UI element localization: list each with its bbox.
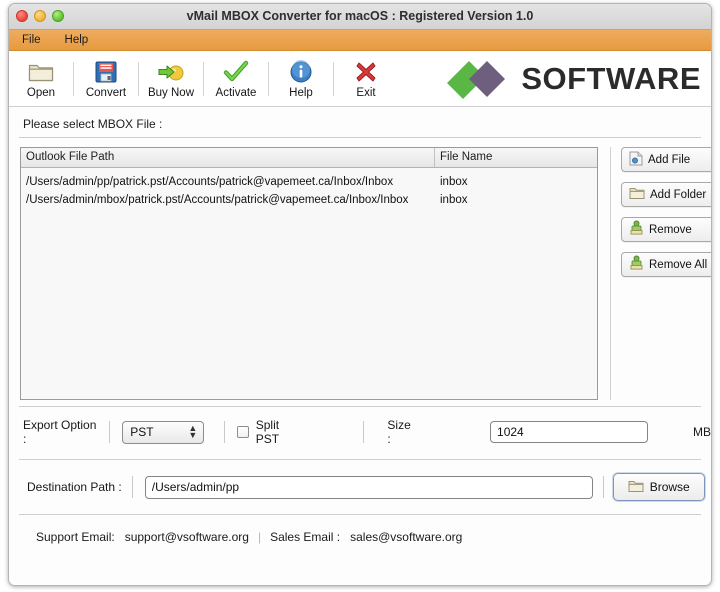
row-divider xyxy=(109,421,110,443)
footer-separator: | xyxy=(258,530,261,544)
main-content: Please select MBOX File : Outlook File P… xyxy=(9,107,711,586)
application-window: vMail MBOX Converter for macOS : Registe… xyxy=(8,3,712,586)
floppy-disk-icon xyxy=(94,59,118,85)
toolbar-button-exit[interactable]: Exit xyxy=(334,53,398,105)
row-divider xyxy=(603,476,604,498)
brush-icon xyxy=(629,220,644,239)
instruction-label: Please select MBOX File : xyxy=(23,117,162,131)
cell-file-path: /Users/admin/pp/patrick.pst/Accounts/pat… xyxy=(21,176,435,188)
table-row[interactable]: /Users/admin/pp/patrick.pst/Accounts/pat… xyxy=(21,173,597,191)
toolbar: Open Convert xyxy=(9,51,711,107)
arrow-coin-icon xyxy=(157,59,185,85)
split-pst-label: Split PST xyxy=(256,418,304,446)
export-format-select-wrap[interactable]: PST ▲▼ xyxy=(122,421,204,444)
add-file-label: Add File xyxy=(648,154,690,166)
folder-icon xyxy=(629,186,645,203)
support-email-value[interactable]: support@vsoftware.org xyxy=(125,530,249,544)
logo-mark-icon xyxy=(443,57,515,101)
divider-above-options xyxy=(19,406,701,407)
brand-logo: SOFTWARE xyxy=(443,57,701,101)
toolbar-label-activate: Activate xyxy=(216,87,257,99)
window-title: vMail MBOX Converter for macOS : Registe… xyxy=(9,4,711,29)
menu-item-help[interactable]: Help xyxy=(62,33,92,47)
green-check-icon xyxy=(223,59,249,85)
divider-top xyxy=(19,137,701,138)
add-file-button[interactable]: Add File xyxy=(621,147,712,172)
size-unit-label: MB xyxy=(693,425,711,439)
file-list-table[interactable]: Outlook File Path File Name /Users/admin… xyxy=(20,147,598,400)
add-folder-button[interactable]: Add Folder xyxy=(621,182,712,207)
toolbar-button-convert[interactable]: Convert xyxy=(74,53,138,105)
logo-wordmark: SOFTWARE xyxy=(521,61,701,97)
remove-label: Remove xyxy=(649,224,692,236)
toolbar-button-open[interactable]: Open xyxy=(9,53,73,105)
cell-file-path: /Users/admin/mbox/patrick.pst/Accounts/p… xyxy=(21,194,435,206)
folder-icon xyxy=(628,479,644,496)
table-header-row: Outlook File Path File Name xyxy=(21,148,597,168)
info-circle-icon xyxy=(289,59,313,85)
toolbar-button-help[interactable]: Help xyxy=(269,53,333,105)
cell-file-name: inbox xyxy=(435,194,597,206)
cell-file-name: inbox xyxy=(435,176,597,188)
destination-path-label: Destination Path : xyxy=(27,480,122,494)
menu-bar: File Help xyxy=(9,30,711,51)
browse-button[interactable]: Browse xyxy=(613,473,705,501)
file-actions-panel: Add File Add Folder xyxy=(621,147,712,277)
sales-email-value[interactable]: sales@vsoftware.org xyxy=(350,530,462,544)
size-input[interactable] xyxy=(490,421,648,443)
red-x-icon xyxy=(354,59,378,85)
column-header-file-name[interactable]: File Name xyxy=(435,148,597,167)
menu-item-file[interactable]: File xyxy=(19,33,44,47)
row-divider xyxy=(224,421,225,443)
export-format-select[interactable]: PST xyxy=(122,421,204,444)
folder-icon xyxy=(28,59,54,85)
row-divider xyxy=(132,476,133,498)
support-email-label: Support Email: xyxy=(36,530,115,544)
sales-email-label: Sales Email : xyxy=(270,530,340,544)
title-bar: vMail MBOX Converter for macOS : Registe… xyxy=(9,4,711,30)
remove-all-button[interactable]: Remove All xyxy=(621,252,712,277)
divider-above-footer xyxy=(19,514,701,515)
toolbar-button-buy-now[interactable]: Buy Now xyxy=(139,53,203,105)
destination-path-row: Destination Path : Browse xyxy=(9,470,711,504)
add-folder-label: Add Folder xyxy=(650,189,706,201)
remove-button[interactable]: Remove xyxy=(621,217,712,242)
column-header-outlook-file-path[interactable]: Outlook File Path xyxy=(21,148,435,167)
toolbar-label-buy-now: Buy Now xyxy=(148,87,194,99)
divider-above-destination xyxy=(19,459,701,460)
footer-contact: Support Email: support@vsoftware.org | S… xyxy=(9,525,711,549)
row-divider xyxy=(363,421,364,443)
browse-label: Browse xyxy=(650,480,690,494)
split-pst-checkbox[interactable] xyxy=(237,426,249,438)
toolbar-label-exit: Exit xyxy=(356,87,375,99)
brush-icon xyxy=(629,255,644,274)
toolbar-label-convert: Convert xyxy=(86,87,126,99)
document-add-icon xyxy=(629,151,643,169)
size-label: Size : xyxy=(387,418,416,446)
export-options-row: Export Option : PST ▲▼ Split PST Size : … xyxy=(9,415,711,449)
remove-all-label: Remove All xyxy=(649,259,707,271)
toolbar-label-open: Open xyxy=(27,87,55,99)
toolbar-label-help: Help xyxy=(289,87,313,99)
table-row[interactable]: /Users/admin/mbox/patrick.pst/Accounts/p… xyxy=(21,191,597,209)
export-option-label: Export Option : xyxy=(23,418,99,446)
toolbar-button-activate[interactable]: Activate xyxy=(204,53,268,105)
panel-divider xyxy=(610,147,611,400)
destination-path-input[interactable] xyxy=(145,476,593,499)
